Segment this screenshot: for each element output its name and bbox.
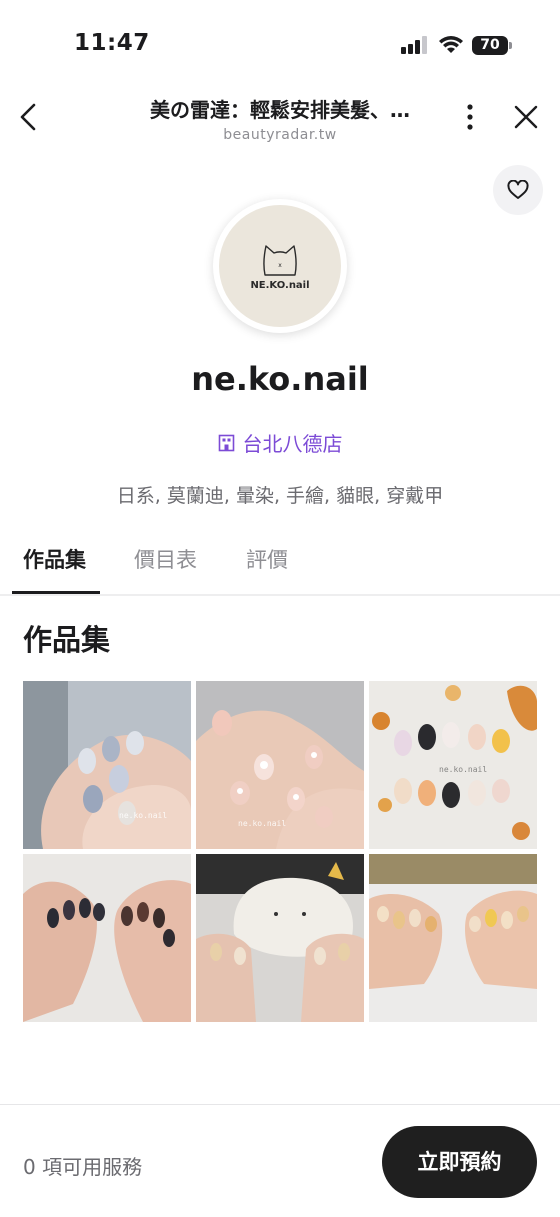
- tab-active-indicator: [12, 591, 100, 594]
- shop-logo: x NE.KO.nail: [219, 205, 341, 327]
- tab-portfolio[interactable]: 作品集: [23, 544, 86, 574]
- shop-avatar: x NE.KO.nail: [213, 199, 347, 333]
- back-chevron-icon[interactable]: [14, 100, 44, 134]
- tab-price-list[interactable]: 價目表: [134, 544, 197, 574]
- logo-text: NE.KO.nail: [250, 280, 310, 291]
- book-now-button[interactable]: 立即預約: [382, 1126, 537, 1198]
- battery-icon: 70: [472, 36, 512, 55]
- store-icon: [218, 434, 234, 451]
- nail-photo-cute-art[interactable]: [369, 854, 537, 1022]
- branch-link[interactable]: 台北八德店: [0, 428, 560, 457]
- tab-bar: 作品集 價目表 評價: [0, 530, 560, 596]
- photo-watermark: ne.ko.nail: [238, 819, 287, 828]
- branch-label: 台北八德店: [242, 432, 343, 456]
- nav-title-group: 美の雷達：輕鬆安排美髮、… beautyradar.tw: [130, 94, 430, 143]
- style-tags: 日系, 莫蘭迪, 暈染, 手繪, 貓眼, 穿戴甲: [116, 485, 444, 507]
- close-icon[interactable]: [511, 102, 541, 132]
- page-title: 美の雷達：輕鬆安排美髮、…: [150, 98, 410, 122]
- portfolio-title: 作品集: [23, 623, 111, 657]
- more-vertical-icon[interactable]: [458, 102, 482, 132]
- nail-photo-cat-plush[interactable]: [196, 854, 364, 1022]
- nail-photo-dark-cat-eye[interactable]: [23, 854, 191, 1022]
- nail-photo-character-press-ons[interactable]: ne.ko.nail: [369, 681, 537, 849]
- shop-name: ne.ko.nail: [191, 360, 369, 398]
- wifi-icon: [439, 36, 463, 53]
- page-url: beautyradar.tw: [223, 127, 337, 143]
- signal-icon: [401, 36, 429, 54]
- svg-text:x: x: [278, 262, 282, 269]
- browser-nav-bar: 美の雷達：輕鬆安排美髮、… beautyradar.tw: [0, 84, 560, 154]
- status-time: 11:47: [74, 30, 150, 56]
- photo-watermark: ne.ko.nail: [439, 765, 488, 774]
- nail-photo-pink-flowers[interactable]: ne.ko.nail: [196, 681, 364, 849]
- bottom-action-bar: 0 項可用服務 立即預約: [0, 1104, 560, 1217]
- favorite-button[interactable]: [493, 165, 543, 215]
- cat-logo-icon: x: [263, 245, 297, 276]
- status-bar: 11:47 70: [0, 0, 560, 84]
- photo-watermark: ne.ko.nail: [119, 811, 168, 820]
- portfolio-gallery: ne.ko.nail ne.ko.nail ne.ko.nail: [23, 681, 538, 1022]
- nail-photo-blue-gray-smudge[interactable]: ne.ko.nail: [23, 681, 191, 849]
- heart-icon: [507, 180, 529, 199]
- available-services-count: 0 項可用服務: [23, 1155, 143, 1179]
- tab-reviews[interactable]: 評價: [246, 544, 288, 574]
